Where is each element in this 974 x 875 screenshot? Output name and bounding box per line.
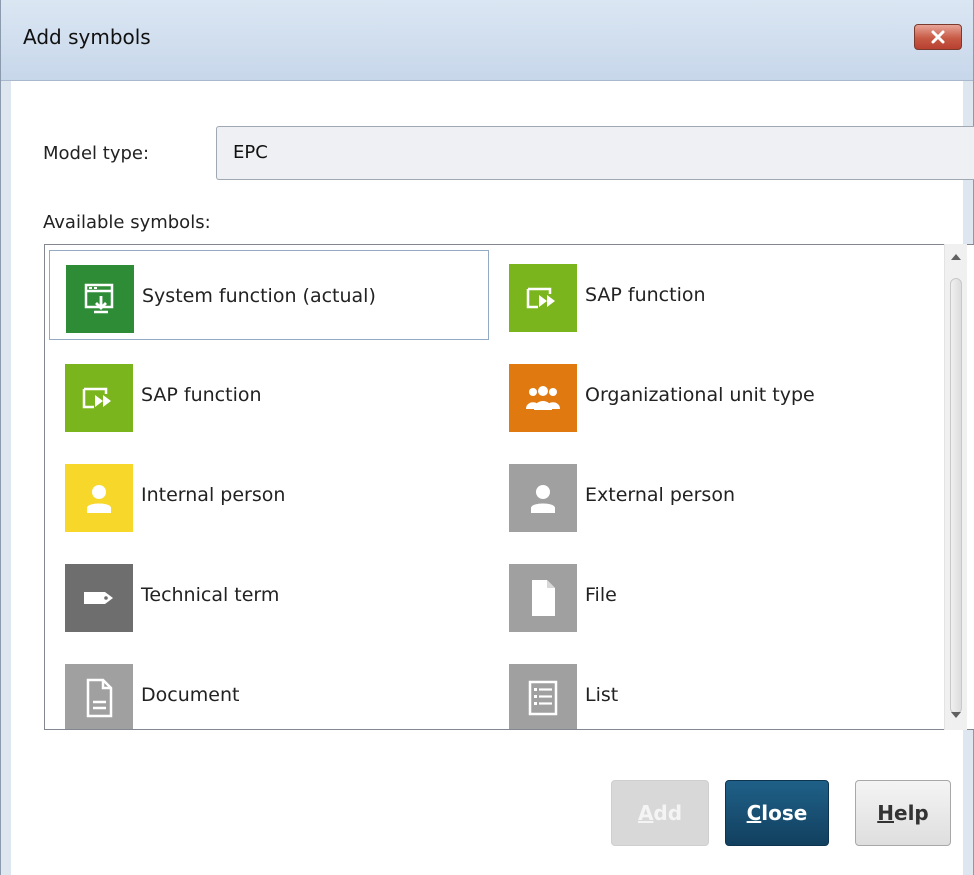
symbol-item-label: Organizational unit type	[585, 384, 815, 406]
symbol-item-external-person[interactable]: External person	[493, 450, 933, 540]
model-type-field: EPC	[216, 126, 974, 180]
symbol-item-file[interactable]: File	[493, 550, 933, 640]
symbols-scrollbar[interactable]	[944, 244, 967, 730]
symbol-item-label: Document	[141, 684, 240, 706]
symbol-item-sap-function[interactable]: SAP function	[493, 250, 933, 340]
tag-icon	[65, 564, 133, 632]
close-button[interactable]: Close	[725, 780, 829, 846]
window-close-button[interactable]	[914, 24, 962, 50]
symbol-item-system-function-actual[interactable]: System function (actual)	[49, 250, 489, 340]
symbol-item-label: SAP function	[585, 284, 706, 306]
available-symbols-list[interactable]: System function (actual) SAP function SA…	[44, 244, 974, 730]
close-button-label: lose	[761, 801, 808, 825]
symbol-item-technical-term[interactable]: Technical term	[49, 550, 489, 640]
symbol-item-list[interactable]: List	[493, 650, 933, 729]
add-button-mnemonic: A	[637, 801, 654, 825]
model-type-label: Model type:	[43, 143, 150, 164]
arrow-down-icon	[951, 712, 961, 718]
window-title: Add symbols	[23, 25, 151, 49]
arrow-up-icon	[951, 254, 961, 260]
title-bar[interactable]: Add symbols	[1, 0, 973, 81]
help-button-mnemonic: H	[877, 801, 894, 825]
symbol-item-internal-person[interactable]: Internal person	[49, 450, 489, 540]
symbol-item-label: Internal person	[141, 484, 286, 506]
add-symbols-dialog: Add symbols Model type: EPC Available sy…	[0, 0, 974, 875]
help-button[interactable]: Help	[855, 780, 951, 846]
available-symbols-label: Available symbols:	[43, 212, 211, 233]
system-function-icon	[66, 265, 134, 333]
person-icon	[65, 464, 133, 532]
symbol-item-label: Technical term	[141, 584, 280, 606]
scrollbar-thumb[interactable]	[950, 278, 962, 714]
add-button[interactable]: Add	[611, 780, 709, 846]
symbol-item-label: File	[585, 584, 617, 606]
scroll-down-button[interactable]	[945, 704, 967, 726]
sap-function-icon	[509, 264, 577, 332]
symbol-item-document[interactable]: Document	[49, 650, 489, 729]
person-icon	[509, 464, 577, 532]
close-button-mnemonic: C	[746, 801, 762, 825]
organizational-unit-icon	[509, 364, 577, 432]
symbol-item-label: System function (actual)	[142, 285, 376, 307]
help-button-label: elp	[894, 801, 929, 825]
add-button-label: dd	[653, 801, 683, 825]
document-icon	[65, 664, 133, 729]
list-icon	[509, 664, 577, 729]
file-icon	[509, 564, 577, 632]
sap-function-icon	[65, 364, 133, 432]
symbol-item-organizational-unit-type[interactable]: Organizational unit type	[493, 350, 933, 440]
symbol-item-label: External person	[585, 484, 735, 506]
symbol-item-sap-function[interactable]: SAP function	[49, 350, 489, 440]
symbol-item-label: SAP function	[141, 384, 262, 406]
symbol-item-label: List	[585, 684, 619, 706]
close-icon	[931, 30, 945, 44]
scroll-up-button[interactable]	[945, 246, 967, 268]
